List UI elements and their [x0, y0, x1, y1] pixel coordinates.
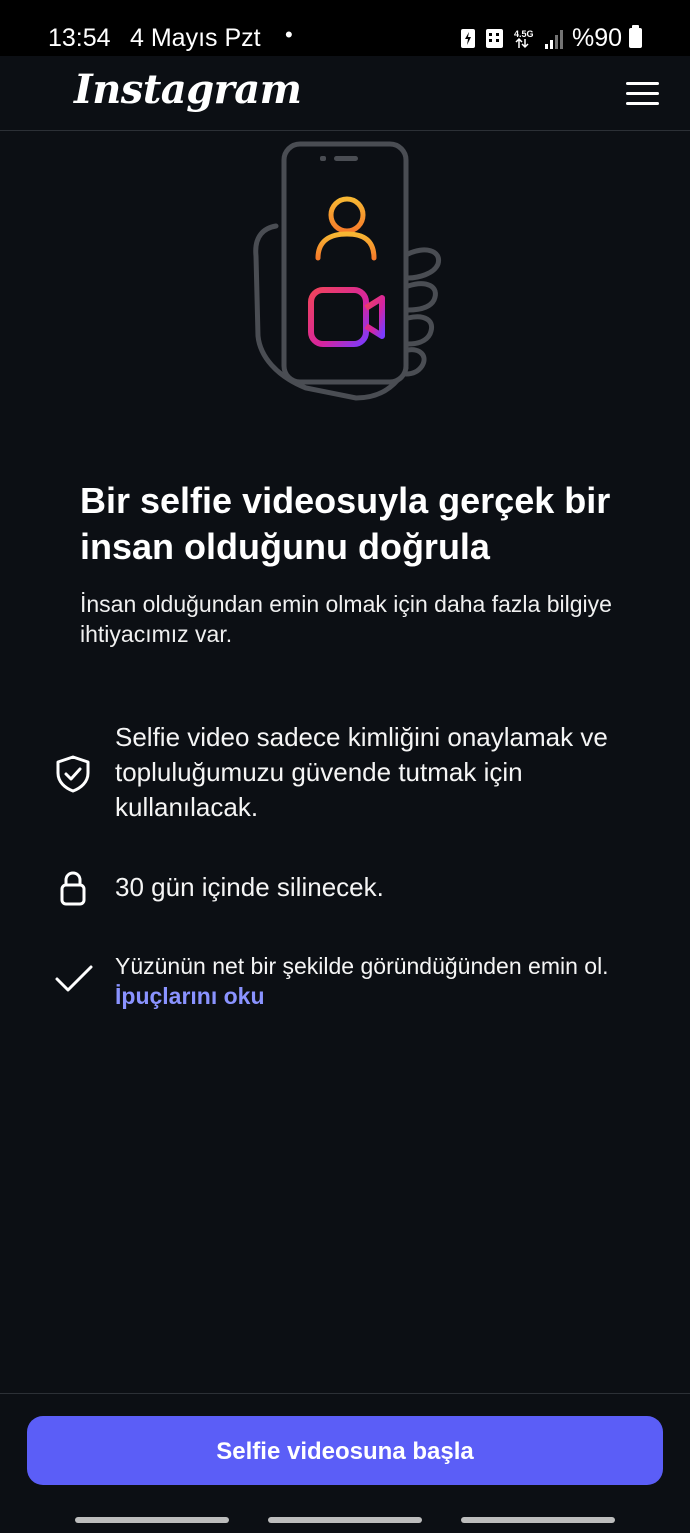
shield-check-icon: [56, 755, 90, 793]
instagram-logo: Instagram: [74, 66, 302, 113]
read-tips-link[interactable]: İpuçlarını oku: [115, 983, 265, 1009]
finger-4: [403, 347, 427, 377]
status-date: 4 Mayıs Pzt: [130, 24, 261, 52]
nav-back-handle[interactable]: [461, 1517, 615, 1523]
data-arrows-icon: [515, 37, 529, 49]
building-icon: [486, 29, 503, 48]
feature-text: 30 gün içinde silinecek.: [115, 872, 384, 902]
notification-dot: •: [285, 22, 293, 47]
battery-saver-icon: [461, 29, 475, 48]
lock-icon: [60, 871, 86, 906]
menu-icon[interactable]: [622, 76, 662, 110]
page-title: Bir selfie videosuyla gerçek bir insan o…: [80, 480, 611, 567]
battery-icon: [629, 25, 642, 48]
app-header: Instagram: [0, 56, 690, 131]
status-icons: 4.5G: [461, 29, 563, 49]
battery-percent: %90: [572, 24, 623, 52]
network-type-icon: 4.5G: [514, 29, 534, 39]
finger-1: [405, 247, 442, 281]
finger-2: [405, 281, 438, 313]
start-selfie-video-button[interactable]: Selfie videosuna başla: [27, 1416, 663, 1485]
status-bar: 13:54 4 Mayıs Pzt • 4.5G %90: [0, 0, 690, 56]
feature-text: Selfie video sadece kimliğini onaylamak …: [115, 722, 608, 822]
page-subtitle: İnsan olduğundan emin olmak için daha fa…: [80, 591, 612, 647]
feature-text-body: Yüzünün net bir şekilde göründüğünden em…: [115, 953, 609, 979]
nav-recents-handle[interactable]: [75, 1517, 229, 1523]
status-time: 13:54: [48, 24, 111, 52]
finger-3: [405, 314, 434, 347]
checkmark-icon: [55, 965, 93, 992]
feature-text: Yüzünün net bir şekilde göründüğünden em…: [115, 951, 655, 1011]
footer-divider: [0, 1393, 690, 1394]
nav-home-handle[interactable]: [268, 1517, 422, 1523]
phone-selfie-illustration: [253, 141, 442, 401]
signal-icon: [545, 30, 563, 49]
